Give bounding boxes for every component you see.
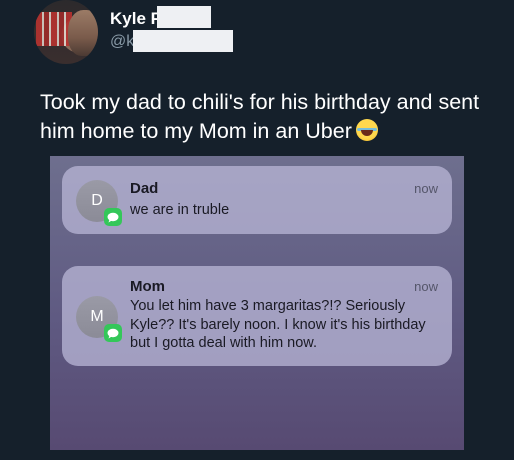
notification-card[interactable]: D — [62, 166, 452, 234]
avatar-face — [68, 10, 98, 56]
redaction-box — [157, 6, 211, 28]
contact-avatar: M — [76, 296, 122, 342]
notification-time: now — [414, 181, 438, 196]
contact-initial: M — [90, 308, 104, 325]
notification-message: You let him have 3 margaritas?!? Serious… — [130, 298, 426, 351]
face-with-tears-of-joy-icon — [355, 119, 378, 141]
contact-avatar: D — [76, 180, 122, 226]
contact-initial: D — [91, 192, 103, 209]
avatar-background — [36, 12, 72, 46]
notification-sender: Mom — [130, 278, 165, 295]
notification-message: we are in truble — [130, 202, 230, 218]
attached-image[interactable]: D Dad now we are in truble M Mom now You… — [50, 156, 464, 450]
user-handle[interactable]: @k — [110, 33, 134, 51]
user-avatar[interactable] — [34, 0, 98, 64]
tweet: Kyle P @k Took my dad to chili's for his… — [0, 0, 514, 460]
notification-time: now — [414, 279, 438, 294]
notification-sender: Dad — [130, 180, 159, 197]
messages-icon — [104, 324, 122, 342]
display-name[interactable]: Kyle P — [110, 9, 162, 29]
tweet-text-content: Took my dad to chili's for his birthday … — [40, 90, 480, 143]
tweet-text: Took my dad to chili's for his birthday … — [40, 88, 510, 146]
messages-icon — [104, 208, 122, 226]
redaction-box — [133, 30, 233, 52]
